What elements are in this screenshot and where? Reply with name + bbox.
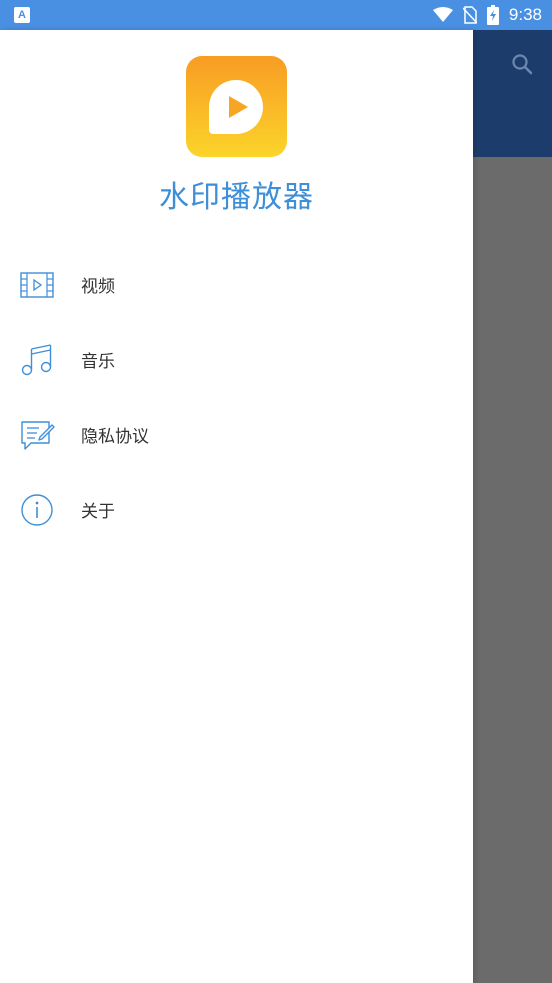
status-time: 9:38	[508, 5, 542, 24]
navigation-drawer: 水印播放器 视频 音乐 隐私协议 关于	[0, 30, 473, 983]
menu-label-video: 视频	[81, 277, 115, 297]
menu-item-about[interactable]: 关于	[0, 472, 473, 547]
drawer-scrim[interactable]	[473, 157, 552, 983]
app-notification-icon: A	[14, 7, 30, 23]
menu-label-about: 关于	[81, 502, 115, 522]
info-icon	[19, 492, 55, 528]
menu-item-music[interactable]: 音乐	[0, 322, 473, 397]
battery-charging-icon	[486, 5, 499, 25]
drawer-menu: 视频 音乐 隐私协议 关于	[0, 247, 473, 547]
play-bubble-icon	[209, 80, 263, 134]
menu-label-privacy: 隐私协议	[81, 427, 149, 447]
wifi-icon	[432, 7, 453, 22]
background-toolbar	[473, 30, 552, 157]
music-icon	[19, 342, 55, 378]
app-logo	[186, 56, 287, 157]
status-icons: 9:38	[432, 0, 542, 30]
menu-label-music: 音乐	[81, 352, 115, 372]
menu-item-privacy[interactable]: 隐私协议	[0, 397, 473, 472]
app-title: 水印播放器	[159, 180, 314, 215]
privacy-doc-icon	[19, 417, 55, 453]
no-sim-icon	[462, 6, 477, 24]
menu-item-video[interactable]: 视频	[0, 247, 473, 322]
search-icon[interactable]	[510, 52, 534, 80]
status-bar: A 9:38	[0, 0, 552, 30]
video-icon	[19, 267, 55, 303]
